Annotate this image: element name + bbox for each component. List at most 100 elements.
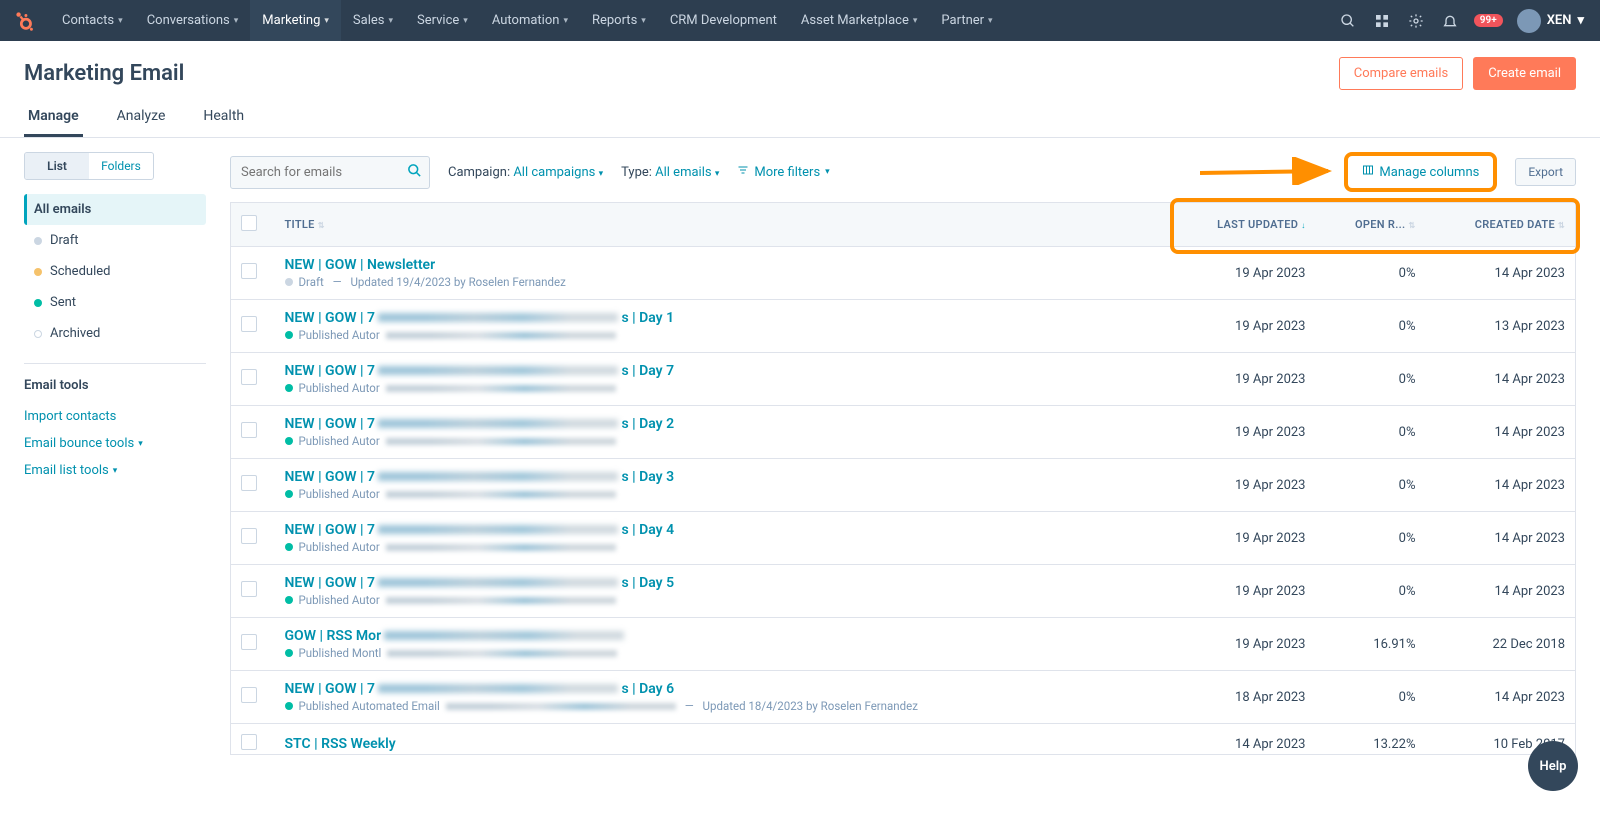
col-title[interactable]: TITLE⇅	[275, 203, 1176, 247]
campaign-filter[interactable]: All campaigns ▾	[513, 165, 603, 180]
status-dot	[34, 299, 42, 307]
row-checkbox[interactable]	[241, 316, 257, 332]
row-checkbox[interactable]	[241, 369, 257, 385]
nav-automation[interactable]: Automation▾	[480, 0, 580, 41]
email-title-link[interactable]: NEW | GOW | 7	[285, 522, 376, 538]
email-title-link[interactable]: NEW | GOW | 7	[285, 363, 376, 379]
nav-contacts[interactable]: Contacts▾	[50, 0, 135, 41]
filter-sent[interactable]: Sent	[24, 287, 206, 318]
create-email-button[interactable]: Create email	[1473, 57, 1576, 90]
email-subline: Draft — Updated 19/4/2023 by Roselen Fer…	[285, 275, 1166, 289]
row-checkbox[interactable]	[241, 263, 257, 279]
nav-reports[interactable]: Reports▾	[580, 0, 658, 41]
manage-columns-button[interactable]: Manage columns	[1362, 164, 1479, 180]
email-subline: Published Autor	[285, 434, 1166, 448]
help-button[interactable]: Help	[1528, 741, 1578, 791]
status-dot	[285, 649, 293, 657]
chevron-down-icon: ▾	[641, 16, 646, 26]
email-title-link[interactable]: GOW | RSS Mor	[285, 628, 382, 644]
tab-health[interactable]: Health	[199, 108, 248, 137]
compare-emails-button[interactable]: Compare emails	[1339, 57, 1463, 90]
email-subline: Published Autor	[285, 593, 1166, 607]
redacted-text	[386, 438, 616, 445]
row-checkbox[interactable]	[241, 528, 257, 544]
nav-crm-development[interactable]: CRM Development	[658, 0, 789, 41]
cell-last-updated: 19 Apr 2023	[1176, 618, 1316, 671]
chevron-down-icon: ▾	[988, 16, 993, 26]
redacted-text	[386, 544, 616, 551]
filter-scheduled[interactable]: Scheduled	[24, 256, 206, 287]
tool-email-list-tools[interactable]: Email list tools ▾	[24, 457, 206, 484]
nav-sales[interactable]: Sales▾	[341, 0, 405, 41]
tool-email-bounce-tools[interactable]: Email bounce tools ▾	[24, 430, 206, 457]
type-filter[interactable]: All emails ▾	[655, 165, 719, 180]
filter-draft[interactable]: Draft	[24, 225, 206, 256]
status-dot	[285, 384, 293, 392]
status-dot	[285, 278, 293, 286]
email-title-link[interactable]: NEW | GOW | 7	[285, 310, 376, 326]
bell-icon[interactable]	[1440, 11, 1460, 31]
tab-analyze[interactable]: Analyze	[113, 108, 170, 137]
marketplace-icon[interactable]	[1372, 11, 1392, 31]
row-checkbox[interactable]	[241, 634, 257, 650]
select-all-checkbox[interactable]	[241, 215, 257, 231]
email-filters: All emailsDraftScheduledSentArchived	[24, 194, 206, 349]
hubspot-logo-icon[interactable]	[14, 10, 36, 32]
chevron-down-icon: ▾	[324, 16, 329, 26]
toggle-folders[interactable]: Folders	[89, 153, 153, 179]
email-title-link[interactable]: NEW | GOW | 7	[285, 575, 376, 591]
col-created-date[interactable]: CREATED DATE⇅	[1426, 203, 1576, 247]
annotation-box: Manage columns	[1344, 152, 1497, 192]
tab-manage[interactable]: Manage	[24, 108, 83, 137]
email-title-link[interactable]: NEW | GOW | 7	[285, 681, 376, 697]
filter-all-emails[interactable]: All emails	[24, 194, 206, 225]
row-checkbox[interactable]	[241, 422, 257, 438]
settings-gear-icon[interactable]	[1406, 11, 1426, 31]
col-last-updated[interactable]: LAST UPDATED↓	[1176, 203, 1316, 247]
export-button[interactable]: Export	[1515, 158, 1576, 186]
email-title-link[interactable]: STC | RSS Weekly	[285, 736, 396, 752]
cell-last-updated: 19 Apr 2023	[1176, 247, 1316, 300]
more-filters-button[interactable]: More filters ▾	[737, 164, 829, 180]
email-title-link[interactable]: NEW | GOW | Newsletter	[285, 257, 436, 273]
cell-created-date: 14 Apr 2023	[1426, 406, 1576, 459]
email-title-link[interactable]: s | Day 2	[621, 416, 674, 432]
nav-partner[interactable]: Partner▾	[929, 0, 1004, 41]
account-menu[interactable]: XEN ▾	[1517, 9, 1584, 33]
search-icon[interactable]	[407, 163, 422, 182]
redacted-text	[378, 419, 618, 428]
email-title-link[interactable]: s | Day 5	[621, 575, 674, 591]
email-title-link[interactable]: NEW | GOW | 7	[285, 416, 376, 432]
email-title-link[interactable]: s | Day 6	[621, 681, 674, 697]
status-dot	[34, 330, 42, 338]
cell-last-updated: 14 Apr 2023	[1176, 724, 1316, 755]
cell-last-updated: 19 Apr 2023	[1176, 565, 1316, 618]
chevron-down-icon: ▾	[463, 16, 468, 26]
row-checkbox[interactable]	[241, 475, 257, 491]
cell-open-rate: 0%	[1316, 671, 1426, 724]
nav-marketing[interactable]: Marketing▾	[250, 0, 341, 41]
nav-service[interactable]: Service▾	[405, 0, 480, 41]
toggle-list[interactable]: List	[25, 153, 89, 179]
redacted-text	[387, 650, 617, 657]
search-input[interactable]	[230, 156, 430, 189]
row-checkbox[interactable]	[241, 581, 257, 597]
nav-conversations[interactable]: Conversations▾	[135, 0, 251, 41]
email-title-link[interactable]: s | Day 7	[621, 363, 674, 379]
email-title-link[interactable]: s | Day 4	[621, 522, 674, 538]
chevron-down-icon: ▾	[118, 16, 123, 26]
email-title-link[interactable]: s | Day 3	[621, 469, 674, 485]
filter-archived[interactable]: Archived	[24, 318, 206, 349]
redacted-text	[378, 684, 618, 693]
search-icon[interactable]	[1338, 11, 1358, 31]
col-open-rate[interactable]: OPEN R...⇅	[1316, 203, 1426, 247]
notification-badge[interactable]: 99+	[1474, 14, 1503, 27]
email-title-link[interactable]: s | Day 1	[621, 310, 674, 326]
row-checkbox[interactable]	[241, 734, 257, 750]
email-title-link[interactable]: NEW | GOW | 7	[285, 469, 376, 485]
status-dot	[285, 702, 293, 710]
campaign-label: Campaign:	[448, 165, 510, 180]
tool-import-contacts[interactable]: Import contacts	[24, 403, 206, 430]
nav-asset-marketplace[interactable]: Asset Marketplace▾	[789, 0, 929, 41]
row-checkbox[interactable]	[241, 687, 257, 703]
